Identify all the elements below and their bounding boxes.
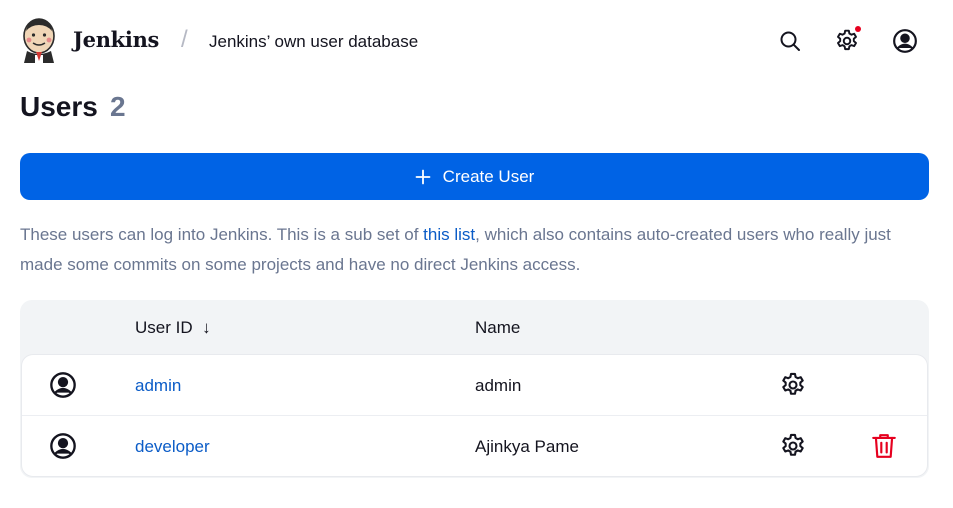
user-avatar-icon — [50, 433, 76, 459]
user-avatar-icon — [50, 372, 76, 398]
all-users-link[interactable]: this list — [423, 225, 475, 244]
sort-descending-icon: ↓ — [202, 318, 211, 337]
user-name: Ajinkya Pame — [475, 437, 579, 456]
users-description: These users can log into Jenkins. This i… — [20, 220, 920, 280]
trash-icon — [872, 434, 896, 458]
delete-user-button[interactable] — [869, 431, 899, 461]
user-account-icon — [893, 29, 917, 53]
user-account-button[interactable] — [890, 26, 920, 56]
table-body: admin admin developer Ajinkya Pame — [22, 355, 927, 476]
manage-jenkins-button[interactable] — [832, 26, 862, 56]
configure-user-button[interactable] — [778, 431, 808, 461]
table-header: User ID ↓ Name — [20, 300, 929, 355]
column-user-id-label: User ID — [135, 318, 193, 337]
users-table: User ID ↓ Name admin admin developer Aji… — [20, 300, 929, 478]
user-name: admin — [475, 376, 522, 395]
user-id-link[interactable]: admin — [135, 376, 181, 396]
search-icon — [780, 31, 800, 51]
settings-icon — [782, 433, 804, 456]
configure-user-button[interactable] — [778, 370, 808, 400]
breadcrumb-current[interactable]: Jenkins’ own user database — [209, 32, 418, 52]
jenkins-logo-icon[interactable] — [20, 17, 58, 63]
description-text-before: These users can log into Jenkins. This i… — [20, 225, 424, 244]
plus-icon — [415, 169, 431, 184]
user-id-link[interactable]: developer — [135, 437, 210, 457]
table-row: developer Ajinkya Pame — [22, 415, 927, 475]
create-user-label: Create User — [442, 166, 535, 186]
settings-icon — [782, 372, 804, 395]
top-navigation-bar: Jenkins / Jenkins’ own user database — [0, 0, 953, 82]
user-count-badge: 2 — [110, 91, 126, 122]
search-button[interactable] — [775, 26, 805, 56]
breadcrumb-separator: / — [181, 26, 188, 53]
column-header-name[interactable]: Name — [475, 318, 520, 338]
page-title: Users — [20, 91, 98, 122]
settings-icon — [837, 29, 857, 51]
notification-dot — [855, 26, 861, 32]
column-header-user-id[interactable]: User ID ↓ — [135, 318, 211, 338]
table-row: admin admin — [22, 355, 927, 415]
brand-name[interactable]: Jenkins — [73, 27, 159, 52]
create-user-button[interactable]: Create User — [20, 153, 929, 200]
